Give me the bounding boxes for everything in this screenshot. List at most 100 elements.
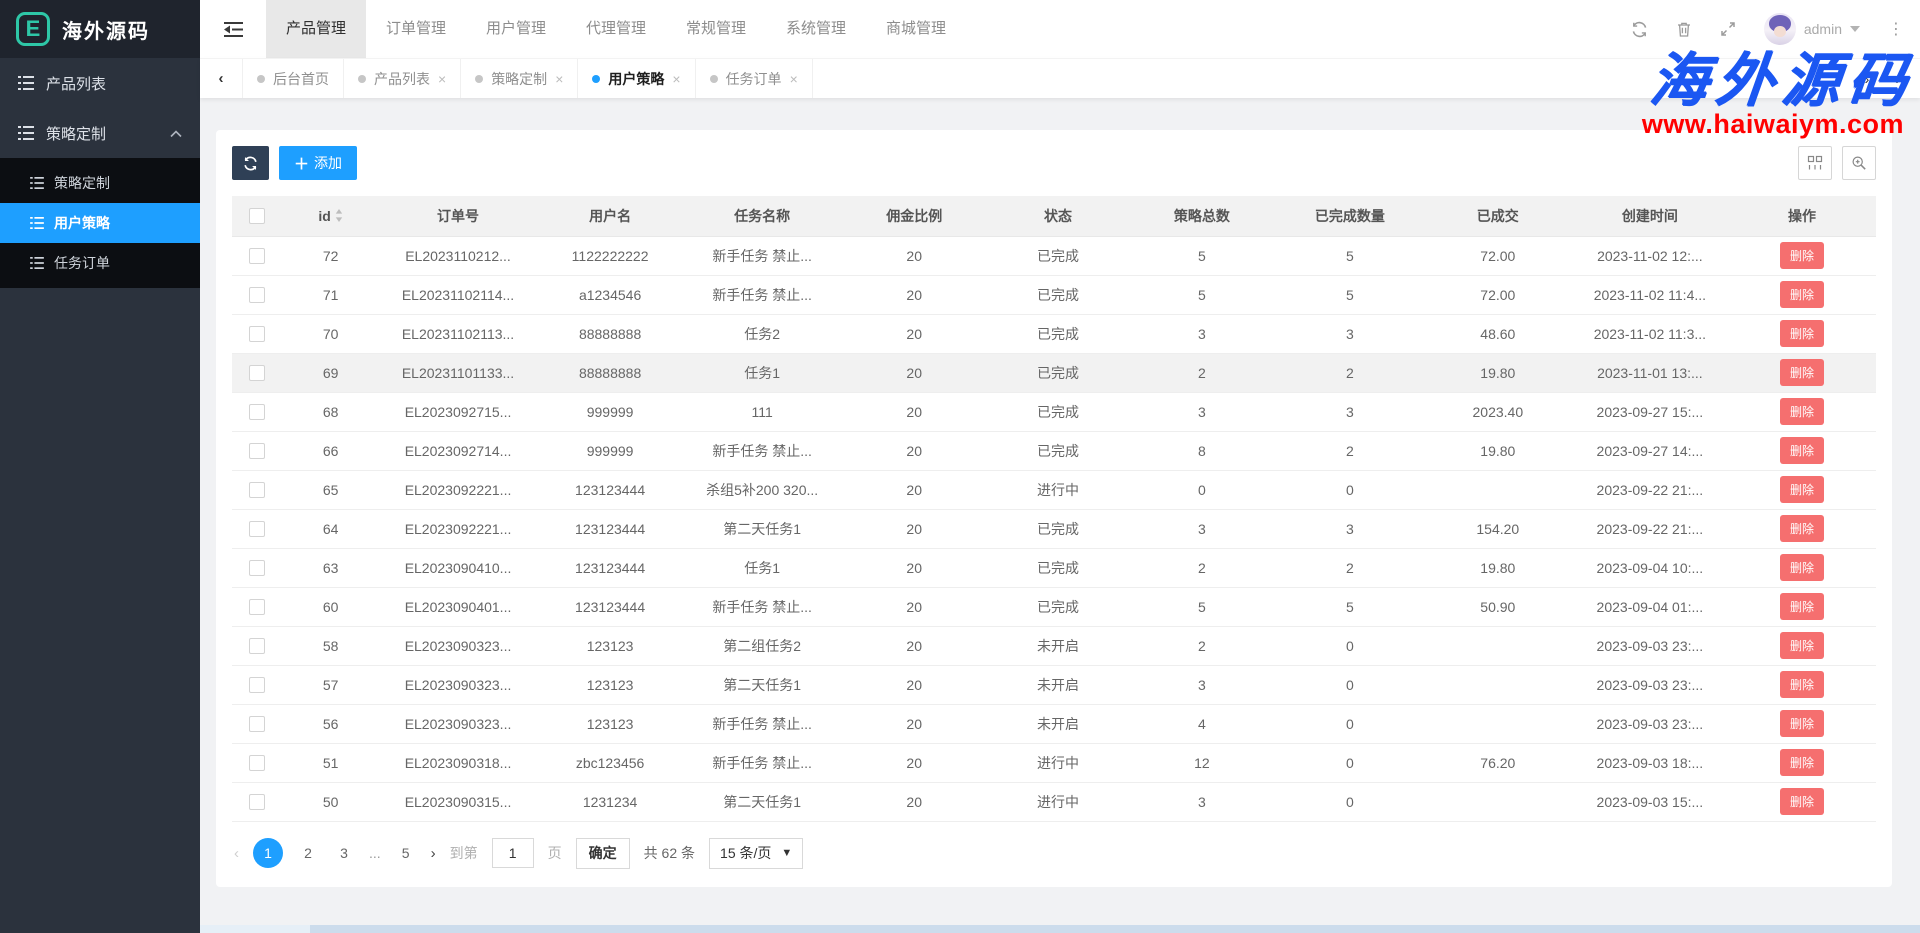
delete-button[interactable]: 删除 — [1780, 632, 1824, 659]
delete-button[interactable]: 删除 — [1780, 359, 1824, 386]
brand-logo[interactable]: E 海外源码 — [0, 0, 200, 58]
delete-button[interactable]: 删除 — [1780, 593, 1824, 620]
row-checkbox[interactable] — [249, 716, 265, 732]
sidebar-subitem-1[interactable]: 用户策略 — [0, 203, 200, 243]
cell-user: 123123444 — [536, 548, 684, 587]
cell-user: 1122222222 — [536, 236, 684, 275]
row-checkbox[interactable] — [249, 443, 265, 459]
tab-2[interactable]: 策略定制× — [461, 59, 578, 98]
fullscreen-icon[interactable] — [1720, 21, 1736, 37]
delete-button[interactable]: 删除 — [1780, 710, 1824, 737]
sidebar-item-strategy[interactable]: 策略定制 — [0, 108, 200, 158]
top-menu-item-6[interactable]: 商城管理 — [866, 0, 966, 58]
per-page-select[interactable]: 15 条/页 ▼ — [709, 838, 803, 869]
sort-icon[interactable] — [335, 209, 343, 222]
cell-id: 50 — [281, 782, 380, 821]
list-icon — [30, 257, 44, 269]
trash-icon[interactable] — [1676, 21, 1692, 38]
page-number-5[interactable]: 5 — [395, 845, 417, 861]
page-number-1[interactable]: 1 — [253, 838, 283, 868]
sidebar-subitem-0[interactable]: 策略定制 — [0, 163, 200, 203]
row-checkbox[interactable] — [249, 638, 265, 654]
tab-1[interactable]: 产品列表× — [344, 59, 461, 98]
delete-button[interactable]: 删除 — [1780, 320, 1824, 347]
tab-scroll-left-icon[interactable]: ‹ — [200, 70, 242, 87]
delete-button[interactable]: 删除 — [1780, 398, 1824, 425]
more-options-icon[interactable]: ⋮ — [1888, 19, 1904, 39]
tab-more-icon[interactable]: ⌄ — [1884, 70, 1910, 87]
confirm-page-button[interactable]: 确定 — [576, 838, 630, 869]
delete-button[interactable]: 删除 — [1780, 515, 1824, 542]
cell-task: 任务1 — [684, 353, 840, 392]
delete-button[interactable]: 删除 — [1780, 437, 1824, 464]
page-label: 页 — [548, 843, 562, 863]
refresh-icon[interactable] — [1631, 21, 1648, 38]
delete-button[interactable]: 删除 — [1780, 554, 1824, 581]
delete-button[interactable]: 删除 — [1780, 281, 1824, 308]
close-icon[interactable]: × — [555, 71, 563, 87]
row-checkbox[interactable] — [249, 677, 265, 693]
row-checkbox[interactable] — [249, 755, 265, 771]
tab-0[interactable]: 后台首页 — [242, 59, 344, 98]
user-menu[interactable]: admin — [1764, 13, 1860, 45]
list-icon — [30, 217, 44, 229]
column-header: id — [281, 196, 380, 236]
delete-button[interactable]: 删除 — [1780, 788, 1824, 815]
top-menu-item-0[interactable]: 产品管理 — [266, 0, 366, 58]
page-number-3[interactable]: 3 — [333, 845, 355, 861]
column-header: 操作 — [1728, 196, 1876, 236]
column-header-label: 操作 — [1788, 206, 1816, 226]
delete-button[interactable]: 删除 — [1780, 671, 1824, 698]
page-number-2[interactable]: 2 — [297, 845, 319, 861]
top-menu-item-5[interactable]: 系统管理 — [766, 0, 866, 58]
sidebar-subitem-2[interactable]: 任务订单 — [0, 243, 200, 283]
cell-volume: 76.20 — [1424, 743, 1572, 782]
refresh-table-button[interactable] — [232, 146, 269, 180]
row-checkbox[interactable] — [249, 521, 265, 537]
row-actions-cell: 删除 — [1728, 314, 1876, 353]
cell-order: EL2023090323... — [380, 626, 536, 665]
row-checkbox[interactable] — [249, 560, 265, 576]
cell-done: 3 — [1276, 509, 1424, 548]
close-icon[interactable]: × — [790, 71, 798, 87]
search-button[interactable] — [1842, 146, 1876, 180]
close-icon[interactable]: × — [438, 71, 446, 87]
row-checkbox[interactable] — [249, 326, 265, 342]
prev-page-icon[interactable]: ‹ — [234, 845, 239, 862]
top-menu-item-2[interactable]: 用户管理 — [466, 0, 566, 58]
bottom-scroll-strip[interactable] — [200, 925, 1920, 933]
goto-page-input[interactable] — [492, 838, 534, 868]
tab-scroll-right-icon[interactable]: › — [1854, 71, 1880, 87]
column-header: 任务名称 — [684, 196, 840, 236]
delete-button[interactable]: 删除 — [1780, 242, 1824, 269]
select-all-checkbox[interactable] — [249, 208, 265, 224]
row-checkbox[interactable] — [249, 365, 265, 381]
cell-created: 2023-11-01 13:... — [1572, 353, 1728, 392]
row-checkbox[interactable] — [249, 287, 265, 303]
tab-4[interactable]: 任务订单× — [696, 59, 813, 98]
next-page-icon[interactable]: › — [431, 845, 436, 862]
collapse-sidebar-icon[interactable] — [200, 22, 266, 37]
top-menu-item-1[interactable]: 订单管理 — [366, 0, 466, 58]
top-menu-item-3[interactable]: 代理管理 — [566, 0, 666, 58]
row-checkbox[interactable] — [249, 248, 265, 264]
delete-button[interactable]: 删除 — [1780, 476, 1824, 503]
table-row: 69EL20231101133...88888888任务120已完成2219.8… — [232, 353, 1876, 392]
close-icon[interactable]: × — [672, 71, 680, 87]
top-menu-item-4[interactable]: 常规管理 — [666, 0, 766, 58]
delete-button[interactable]: 删除 — [1780, 749, 1824, 776]
table-row: 57EL2023090323...123123第二天任务120未开启302023… — [232, 665, 1876, 704]
cell-status: 已完成 — [988, 431, 1128, 470]
row-checkbox[interactable] — [249, 404, 265, 420]
row-checkbox[interactable] — [249, 794, 265, 810]
tab-3[interactable]: 用户策略× — [578, 59, 695, 98]
cell-task: 新手任务 禁止... — [684, 275, 840, 314]
row-checkbox[interactable] — [249, 482, 265, 498]
row-checkbox[interactable] — [249, 599, 265, 615]
cell-task: 第二天任务1 — [684, 509, 840, 548]
sidebar-item-product-list[interactable]: 产品列表 — [0, 58, 200, 108]
toggle-columns-button[interactable] — [1798, 146, 1832, 180]
cell-rate: 20 — [840, 314, 988, 353]
add-button[interactable]: ＋ 添加 — [279, 146, 357, 180]
search-icon — [1851, 155, 1867, 171]
